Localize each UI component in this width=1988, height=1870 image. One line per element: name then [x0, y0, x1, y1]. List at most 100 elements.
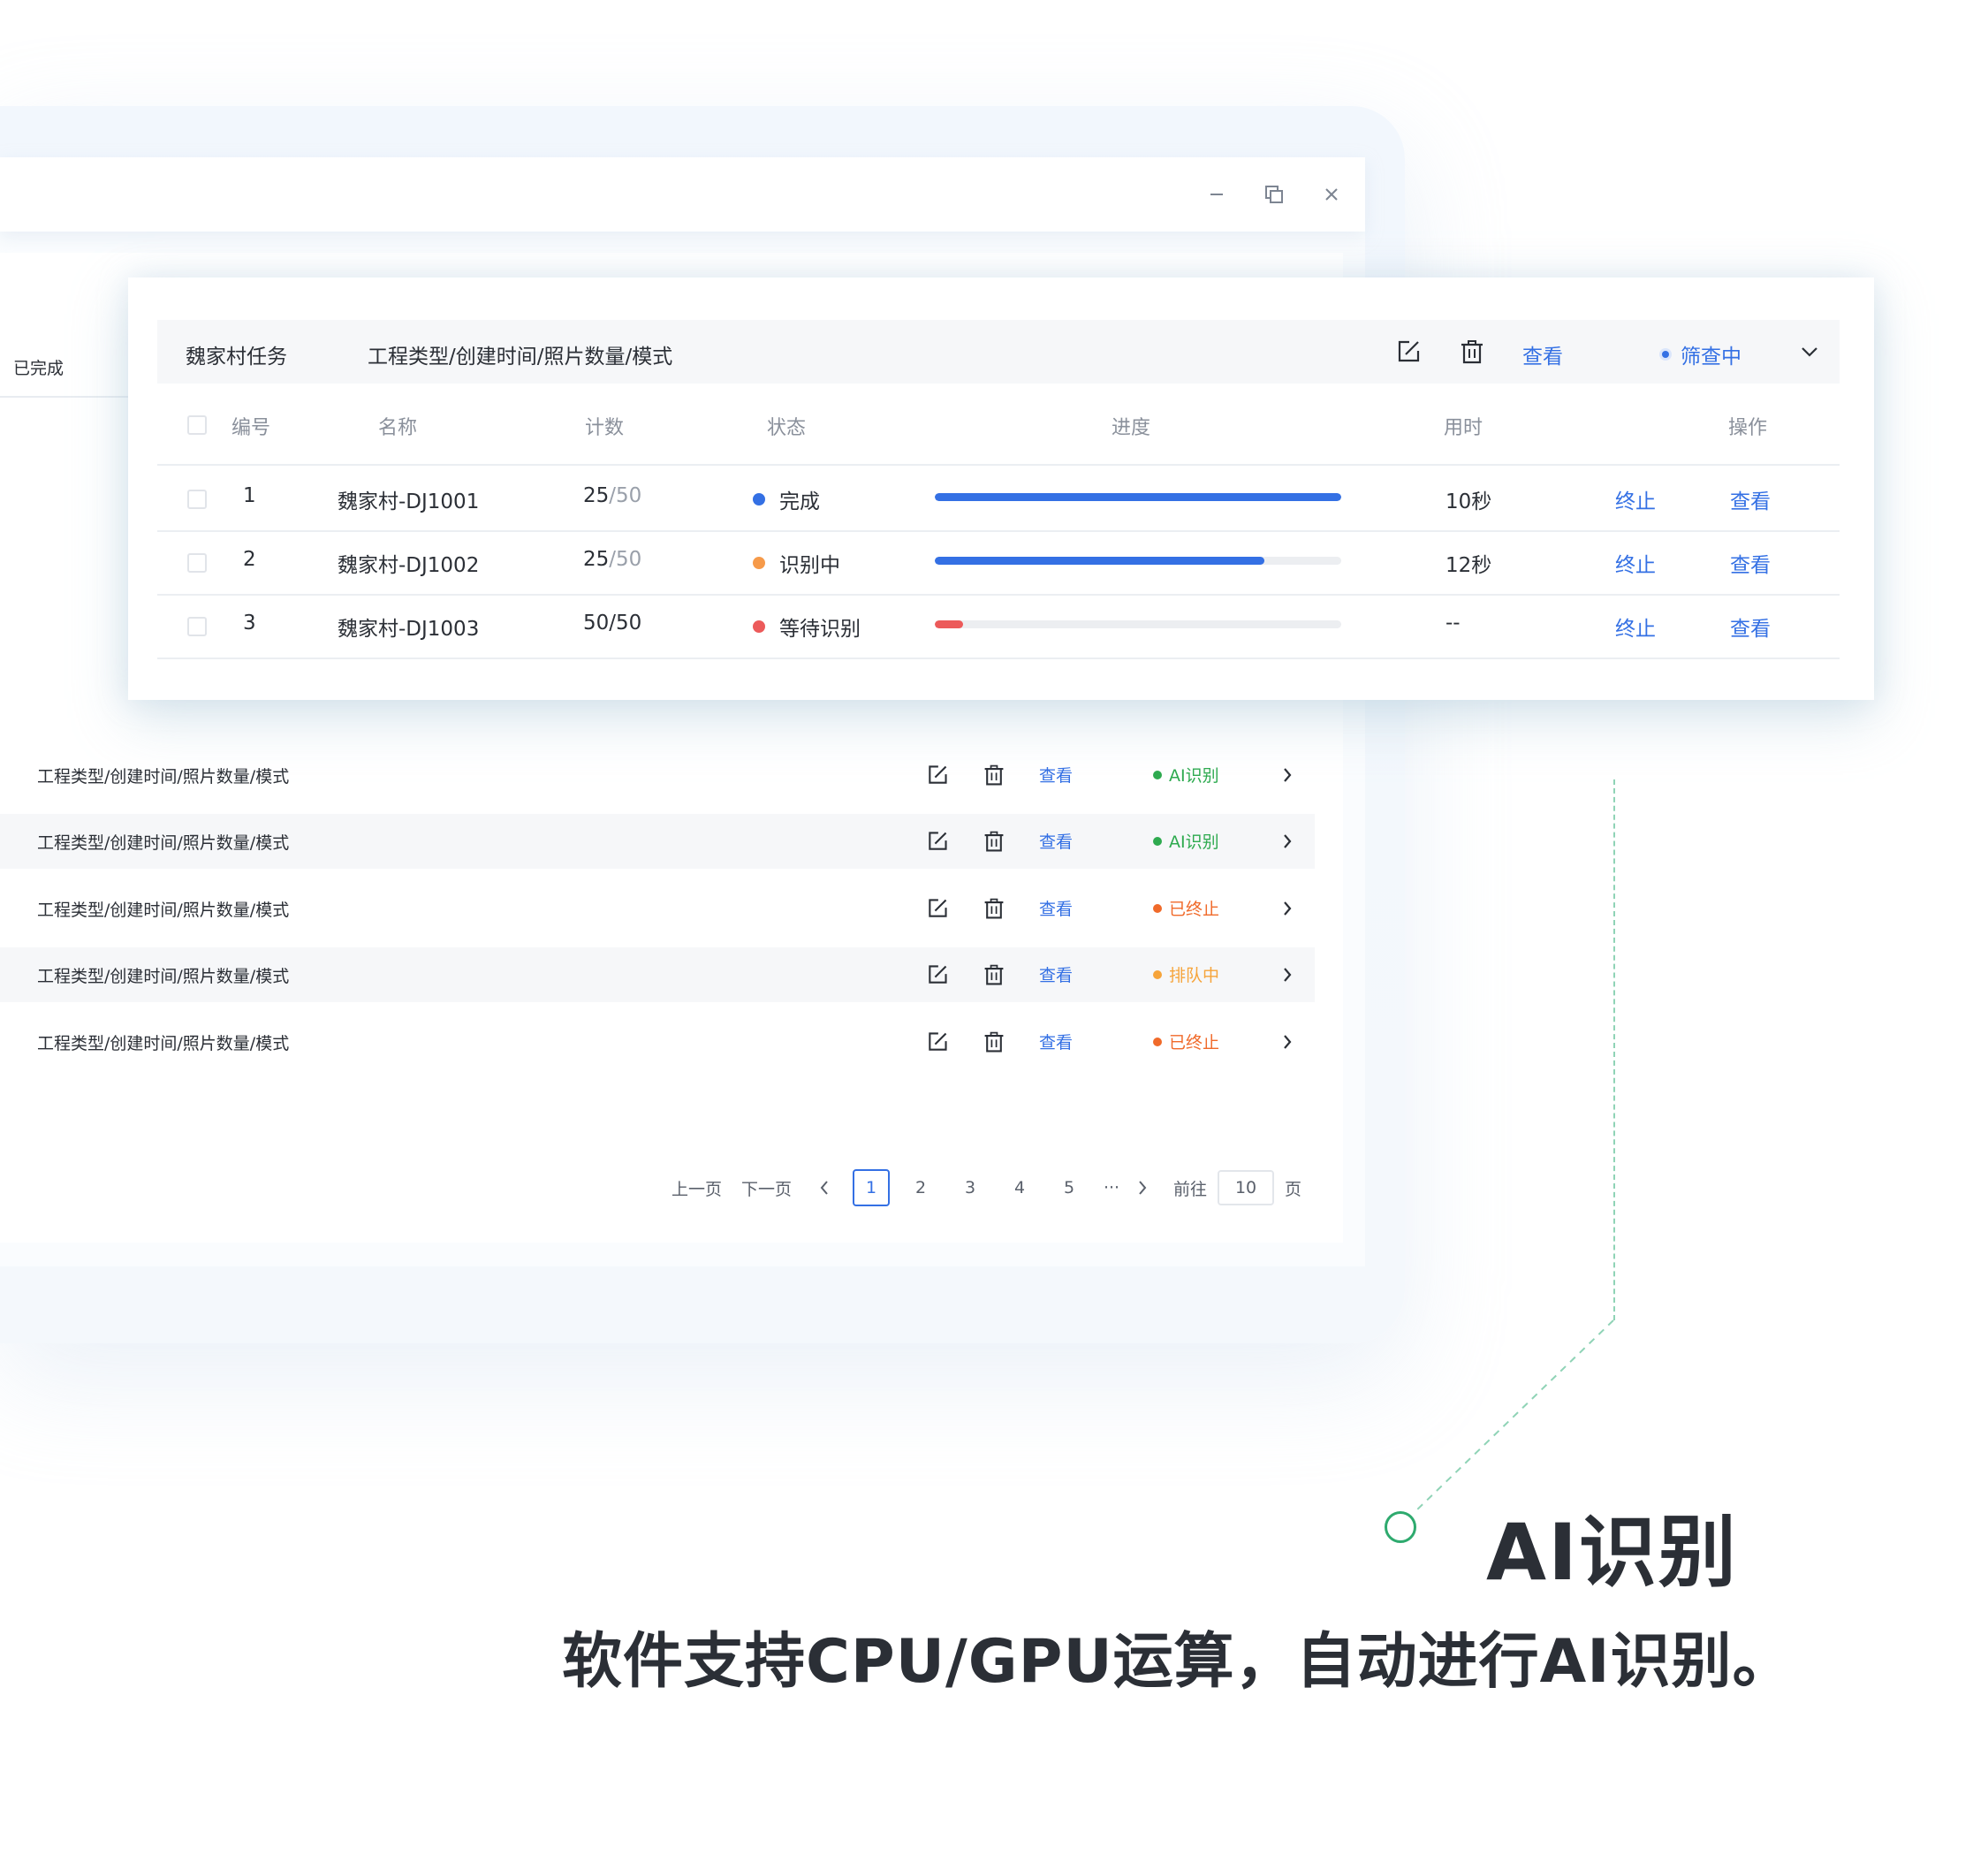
- chevron-right-icon[interactable]: [1129, 1180, 1156, 1196]
- row-status-text: 识别中: [779, 554, 840, 577]
- goto-label: 前往: [1173, 1179, 1208, 1199]
- row-stop-button[interactable]: 终止: [1615, 484, 1656, 514]
- edit-icon[interactable]: [1391, 334, 1426, 369]
- edit-icon[interactable]: [922, 960, 952, 990]
- row-status-text: 完成: [779, 490, 820, 513]
- column-header-no: 编号: [231, 417, 271, 439]
- table-divider: [157, 464, 1840, 466]
- page-button-1[interactable]: 1: [853, 1169, 891, 1206]
- column-header-time: 用时: [1444, 417, 1483, 439]
- task-view-button[interactable]: 查看: [1039, 829, 1073, 853]
- select-all-checkbox[interactable]: [187, 415, 207, 435]
- task-description: 工程类型/创建时间/照片数量/模式: [37, 767, 290, 787]
- card-view-button[interactable]: 查看: [1522, 339, 1563, 369]
- task-view-button[interactable]: 查看: [1039, 962, 1073, 986]
- chevron-right-icon[interactable]: [1272, 893, 1302, 924]
- card-status-text: 筛查中: [1681, 346, 1741, 369]
- status-dot-icon: [753, 493, 765, 506]
- chevron-right-icon[interactable]: [1272, 760, 1302, 790]
- pagination: 上一页 下一页 1 2 3 4 5 ··· 前往 10 页: [672, 1168, 1301, 1207]
- row-view-button[interactable]: 查看: [1730, 548, 1771, 578]
- divider: [0, 396, 133, 398]
- task-status-text: 已终止: [1169, 900, 1220, 919]
- row-checkbox[interactable]: [187, 490, 207, 509]
- task-list-row[interactable]: 工程类型/创建时间/照片数量/模式 查看 已终止: [0, 1015, 1315, 1069]
- card-description: 工程类型/创建时间/照片数量/模式: [368, 346, 673, 369]
- task-status-badge: 已终止: [1153, 896, 1219, 920]
- row-count: 50/50: [583, 612, 641, 635]
- delete-icon[interactable]: [979, 760, 1009, 790]
- edit-icon[interactable]: [922, 760, 952, 790]
- page-button-3[interactable]: 3: [952, 1169, 989, 1206]
- task-view-button[interactable]: 查看: [1039, 763, 1073, 787]
- status-dot-icon: [1153, 836, 1162, 846]
- prev-page-button[interactable]: 上一页: [672, 1176, 722, 1200]
- edit-icon[interactable]: [922, 826, 952, 856]
- row-count: 25/50: [583, 484, 641, 507]
- chevron-down-icon[interactable]: [1792, 334, 1827, 369]
- minimize-icon[interactable]: [1197, 175, 1236, 214]
- sidebar-tab-completed[interactable]: 已完成: [13, 355, 64, 379]
- task-list-row[interactable]: 工程类型/创建时间/照片数量/模式 查看 AI识别: [0, 814, 1315, 869]
- goto-page-input[interactable]: 10: [1218, 1170, 1275, 1205]
- task-list-row[interactable]: 工程类型/创建时间/照片数量/模式 查看 已终止: [0, 881, 1315, 936]
- row-count-total: /50: [609, 484, 642, 507]
- row-time: 10秒: [1445, 490, 1492, 513]
- task-list-row[interactable]: 工程类型/创建时间/照片数量/模式 查看 AI识别: [0, 748, 1315, 802]
- chevron-right-icon[interactable]: [1272, 826, 1302, 856]
- delete-icon[interactable]: [979, 960, 1009, 990]
- edit-icon[interactable]: [922, 1027, 952, 1057]
- row-count-total: /50: [609, 612, 642, 635]
- row-count: 25/50: [583, 548, 641, 571]
- page-button-2[interactable]: 2: [902, 1169, 939, 1206]
- row-view-button[interactable]: 查看: [1730, 484, 1771, 514]
- restore-icon[interactable]: [1255, 175, 1294, 214]
- row-count-done: 25: [583, 484, 610, 507]
- row-progress-fill: [935, 620, 964, 628]
- row-checkbox[interactable]: [187, 553, 207, 573]
- task-list-row[interactable]: 工程类型/创建时间/照片数量/模式 查看 排队中: [0, 947, 1315, 1002]
- row-progress-bar: [935, 493, 1341, 501]
- row-progress-bar: [935, 557, 1341, 565]
- row-status-text: 等待识别: [779, 618, 861, 641]
- table-divider: [157, 530, 1840, 532]
- edit-icon[interactable]: [922, 893, 952, 924]
- task-status-text: AI识别: [1169, 766, 1219, 786]
- row-stop-button[interactable]: 终止: [1615, 548, 1656, 578]
- status-dot-icon: [753, 557, 765, 569]
- chevron-right-icon[interactable]: [1272, 960, 1302, 990]
- close-icon[interactable]: [1312, 175, 1351, 214]
- pagination-ellipsis[interactable]: ···: [1094, 1178, 1129, 1197]
- column-header-progress: 进度: [1112, 417, 1151, 439]
- task-status-badge: 排队中: [1153, 962, 1219, 986]
- next-page-button[interactable]: 下一页: [741, 1176, 792, 1200]
- delete-icon[interactable]: [1454, 334, 1490, 369]
- row-progress-fill: [935, 557, 1264, 565]
- row-count-total: /50: [609, 548, 642, 571]
- delete-icon[interactable]: [979, 1027, 1009, 1057]
- task-view-button[interactable]: 查看: [1039, 896, 1073, 920]
- row-status-badge: 等待识别: [753, 612, 861, 642]
- callout-title: AI识别: [1486, 1507, 1738, 1598]
- delete-icon[interactable]: [979, 893, 1009, 924]
- status-dot-icon: [1153, 770, 1162, 779]
- delete-icon[interactable]: [979, 826, 1009, 856]
- row-count-done: 50: [583, 612, 610, 635]
- chevron-right-icon[interactable]: [1272, 1027, 1302, 1057]
- page-button-5[interactable]: 5: [1051, 1169, 1088, 1206]
- callout-connector: [1613, 779, 1615, 1320]
- chevron-left-icon[interactable]: [811, 1180, 838, 1196]
- card-title: 魏家村任务: [186, 346, 287, 369]
- row-view-button[interactable]: 查看: [1730, 612, 1771, 642]
- task-status-text: 排队中: [1169, 966, 1220, 985]
- task-view-button[interactable]: 查看: [1039, 1030, 1073, 1053]
- window-titlebar: [0, 157, 1365, 232]
- task-status-text: AI识别: [1169, 832, 1219, 852]
- row-stop-button[interactable]: 终止: [1615, 612, 1656, 642]
- page-suffix-label: 页: [1285, 1179, 1302, 1199]
- row-name: 魏家村-DJ1002: [338, 554, 480, 577]
- status-dot-icon: [1153, 903, 1162, 913]
- row-checkbox[interactable]: [187, 617, 207, 636]
- page-button-4[interactable]: 4: [1001, 1169, 1038, 1206]
- callout-description: 软件支持CPU/GPU运算，自动进行AI识别。: [562, 1627, 1794, 1697]
